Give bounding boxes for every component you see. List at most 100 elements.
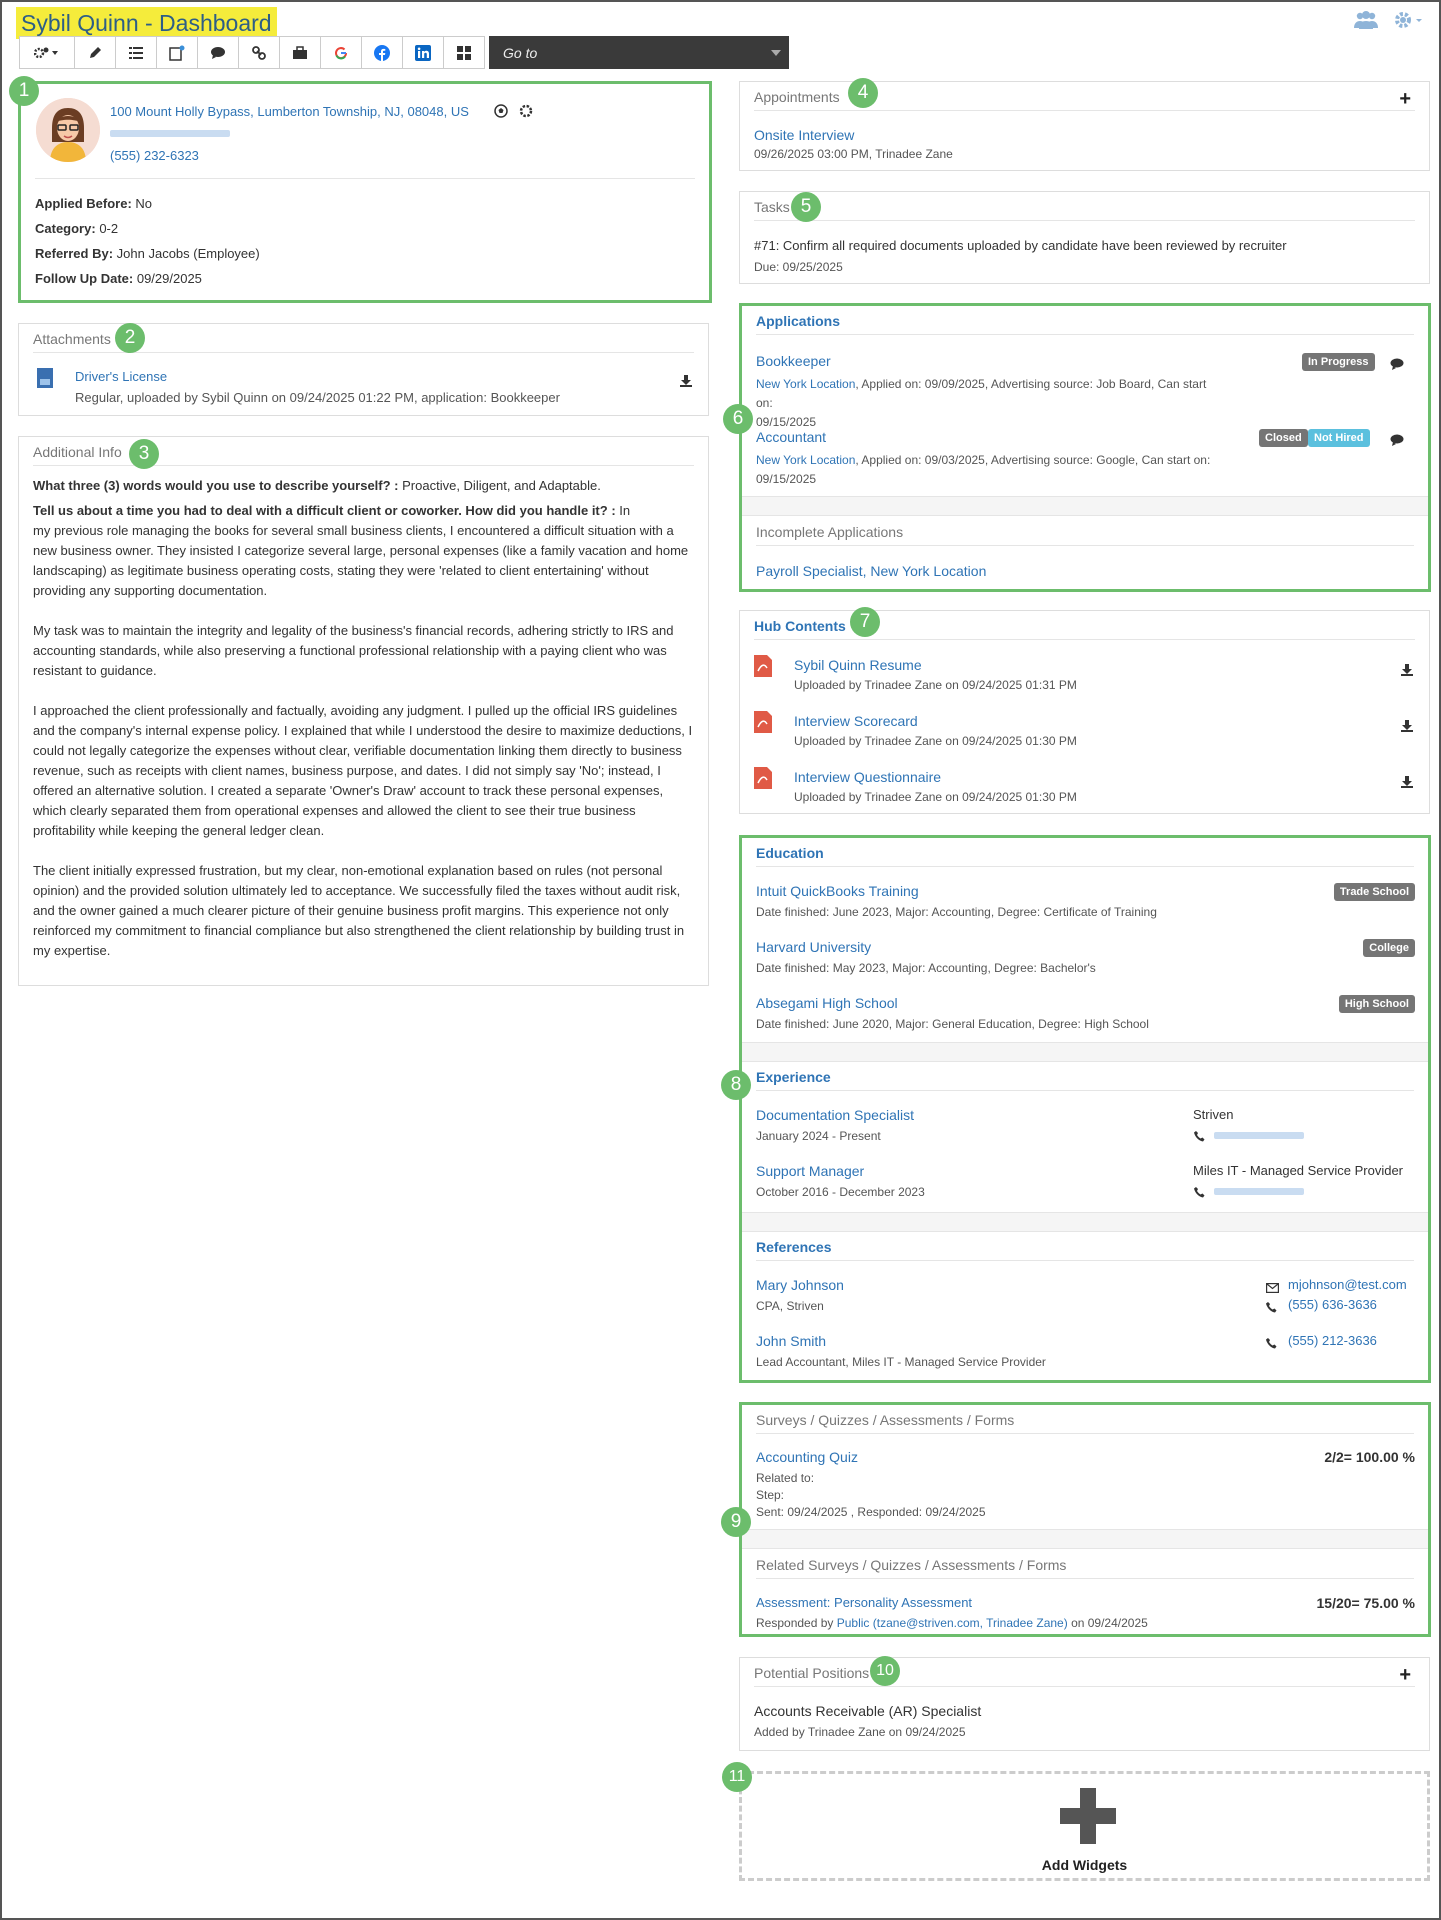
- responded-label: Responded by: [756, 1616, 834, 1630]
- chevron-down-icon: [771, 50, 781, 56]
- envelope-icon: [1266, 1280, 1280, 1296]
- pdf-icon: [754, 767, 772, 792]
- reference-name-link[interactable]: John Smith: [756, 1333, 826, 1349]
- list-button[interactable]: [115, 36, 157, 69]
- dashboard-frame: Sybil Quinn - Dashboard Go to 100 Mount …: [0, 0, 1441, 1920]
- appointment-link[interactable]: Onsite Interview: [754, 127, 854, 143]
- applications-panel: Applications Bookkeeper New York Locatio…: [739, 303, 1431, 592]
- reference-email-link[interactable]: mjohnson@test.com: [1288, 1277, 1407, 1292]
- goto-dropdown[interactable]: Go to: [489, 36, 789, 69]
- notes-button[interactable]: [156, 36, 198, 69]
- field-value: No: [135, 196, 153, 211]
- hub-item: Interview Scorecard Uploaded by Trinadee…: [754, 709, 1415, 759]
- hub-item-link[interactable]: Sybil Quinn Resume: [794, 657, 922, 673]
- location-link[interactable]: New York Location: [756, 453, 855, 467]
- application-detail: New York Location, Applied on: 09/03/202…: [756, 451, 1226, 489]
- task-due: Due: 09/25/2025: [754, 260, 843, 274]
- comment-icon[interactable]: [1390, 357, 1405, 373]
- application-job-link[interactable]: Accountant: [756, 429, 826, 445]
- survey-link[interactable]: Accounting Quiz: [756, 1449, 858, 1465]
- linkedin-button[interactable]: [402, 36, 444, 69]
- hub-item-detail: Uploaded by Trinadee Zane on 09/24/2025 …: [794, 678, 1077, 692]
- question-label: What three (3) words would you use to de…: [33, 478, 399, 493]
- users-icon[interactable]: [1353, 10, 1379, 33]
- phone-icon: [1266, 1336, 1277, 1352]
- applications-header: Applications: [756, 306, 1414, 335]
- education-type-badge: High School: [1338, 995, 1415, 1013]
- reference-name-link[interactable]: Mary Johnson: [756, 1277, 844, 1293]
- potential-positions-header: Potential Positions: [754, 1658, 1415, 1687]
- link-button[interactable]: [238, 36, 280, 69]
- facebook-button[interactable]: [361, 36, 403, 69]
- pdf-icon: [754, 655, 772, 680]
- references-header: References: [756, 1232, 1414, 1261]
- question-2: Tell us about a time you had to deal wit…: [33, 501, 694, 521]
- answer-paragraph-4: The client initially expressed frustrati…: [33, 863, 685, 958]
- question-label: Tell us about a time you had to deal wit…: [33, 503, 616, 518]
- responder-email-link[interactable]: (tzane@striven.com,: [873, 1616, 983, 1630]
- attachment-link[interactable]: Driver's License: [75, 369, 167, 384]
- position-detail: Added by Trinadee Zane on 09/24/2025: [754, 1725, 966, 1739]
- download-icon[interactable]: [680, 374, 692, 390]
- education-detail: Date finished: June 2020, Major: General…: [756, 1017, 1149, 1031]
- responder-name-link[interactable]: Trinadee Zane): [986, 1616, 1068, 1630]
- incomplete-job-link[interactable]: Payroll Specialist: [756, 563, 863, 579]
- gear-icon[interactable]: [1393, 10, 1423, 33]
- add-widgets-button[interactable]: Add Widgets: [739, 1771, 1430, 1881]
- hub-item: Interview Questionnaire Uploaded by Trin…: [754, 765, 1415, 815]
- experience-role-link[interactable]: Documentation Specialist: [756, 1107, 914, 1123]
- phone-link[interactable]: (555) 232-6323: [110, 148, 199, 163]
- page-title: Sybil Quinn - Dashboard: [16, 7, 277, 39]
- tasks-panel: Tasks #71: Confirm all required document…: [739, 191, 1430, 284]
- application-date: 09/15/2025: [756, 472, 817, 486]
- incomplete-application: Payroll Specialist, New York Location: [756, 563, 987, 579]
- phone-icon: [1266, 1300, 1277, 1316]
- briefcase-button[interactable]: [279, 36, 321, 69]
- experience-header: Experience: [756, 1062, 1414, 1091]
- application-job-link[interactable]: Bookkeeper: [756, 353, 831, 369]
- education-experience-panel: Education Intuit QuickBooks Training Dat…: [739, 835, 1431, 1383]
- hub-item: Sybil Quinn Resume Uploaded by Trinadee …: [754, 653, 1415, 703]
- avatar: [36, 98, 100, 162]
- comment-icon[interactable]: [1390, 433, 1405, 449]
- answer-paragraph-2: My task was to maintain the integrity an…: [33, 623, 674, 678]
- download-icon[interactable]: [1401, 775, 1413, 791]
- address-link[interactable]: 100 Mount Holly Bypass, Lumberton Townsh…: [110, 104, 469, 119]
- field-applied-before: Applied Before: No: [35, 191, 260, 216]
- question-1: What three (3) words would you use to de…: [33, 476, 694, 496]
- marker-2: 2: [115, 323, 145, 353]
- hub-item-link[interactable]: Interview Questionnaire: [794, 769, 941, 785]
- education-school-link[interactable]: Absegami High School: [756, 995, 898, 1011]
- experience-company: Striven: [1193, 1107, 1234, 1122]
- gear-settings-icon[interactable]: [519, 104, 533, 121]
- top-right-icons: [1353, 10, 1423, 33]
- widgets-button[interactable]: [443, 36, 485, 69]
- experience-role-link[interactable]: Support Manager: [756, 1163, 864, 1179]
- incomplete-location-link[interactable]: New York Location: [870, 563, 986, 579]
- public-link[interactable]: Public: [837, 1616, 870, 1630]
- add-position-button[interactable]: +: [1399, 1664, 1411, 1687]
- marker-11: 11: [722, 1762, 752, 1792]
- status-badge-not-hired: Not Hired: [1308, 429, 1370, 447]
- reference-phone-link[interactable]: (555) 636-3636: [1288, 1297, 1377, 1312]
- download-icon[interactable]: [1401, 663, 1413, 679]
- google-button[interactable]: [320, 36, 362, 69]
- reference-phone-link[interactable]: (555) 212-3636: [1288, 1333, 1377, 1348]
- download-icon[interactable]: [1401, 719, 1413, 735]
- toolbar: Go to: [19, 36, 789, 69]
- application-detail: New York Location, Applied on: 09/09/202…: [756, 375, 1226, 432]
- education-school-link[interactable]: Intuit QuickBooks Training: [756, 883, 919, 899]
- related-survey-link[interactable]: Assessment: Personality Assessment: [756, 1595, 972, 1610]
- position-name: Accounts Receivable (AR) Specialist: [754, 1703, 982, 1719]
- add-appointment-button[interactable]: +: [1399, 88, 1411, 111]
- answer-paragraph-3: I approached the client professionally a…: [33, 703, 693, 838]
- edit-button[interactable]: [74, 36, 116, 69]
- hub-item-link[interactable]: Interview Scorecard: [794, 713, 918, 729]
- location-link[interactable]: New York Location: [756, 377, 855, 391]
- education-school-link[interactable]: Harvard University: [756, 939, 871, 955]
- chat-button[interactable]: [197, 36, 239, 69]
- soccer-ball-icon[interactable]: [494, 104, 508, 121]
- settings-dropdown-button[interactable]: [19, 36, 75, 69]
- marker-9: 9: [721, 1507, 751, 1537]
- related-survey-score: 15/20= 75.00 %: [1316, 1595, 1415, 1611]
